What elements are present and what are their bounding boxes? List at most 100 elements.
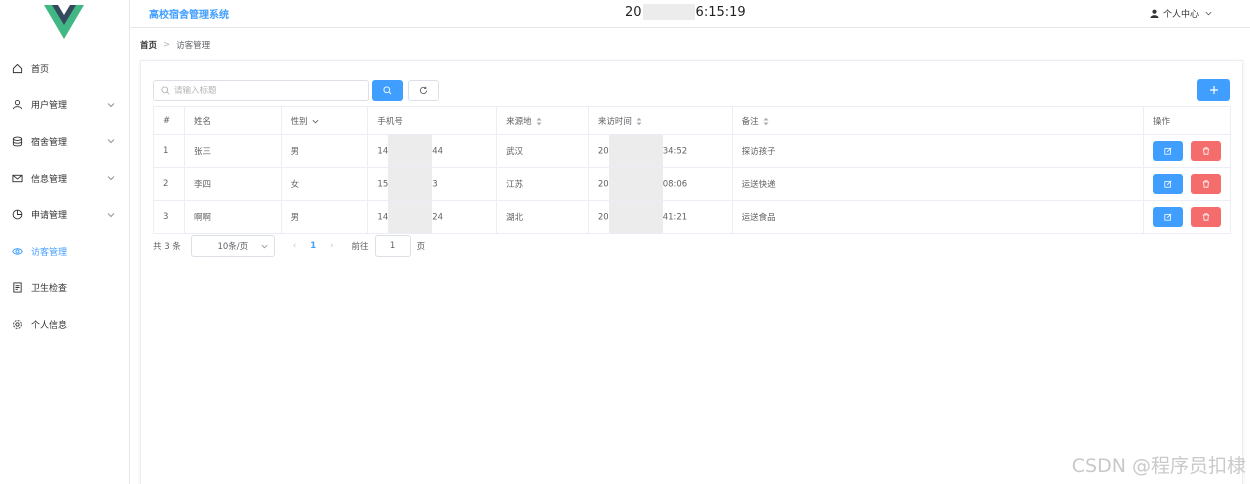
edit-button[interactable] bbox=[1152, 207, 1183, 227]
edit-icon bbox=[1164, 180, 1172, 188]
cell-remark: 运送快递 bbox=[732, 167, 1144, 201]
user-icon bbox=[1150, 9, 1159, 18]
sidebar: 首页 用户管理 宿舍管理 信息管理 申请管理 访客管理 卫生检查 个人信息 bbox=[0, 0, 130, 484]
sidebar-item-label: 个人信息 bbox=[31, 320, 68, 331]
time-redaction bbox=[608, 135, 663, 167]
chevron-down-icon bbox=[107, 103, 115, 108]
time-prefix: 20 bbox=[597, 179, 609, 190]
cell-visit-time: 20 41:21 bbox=[588, 200, 733, 234]
edit-button[interactable] bbox=[1152, 141, 1183, 161]
top-header: 高校宿舍管理系统 20 6:15:19 个人中心 bbox=[130, 0, 1250, 28]
header-visit-time-label: 来访时间 bbox=[597, 116, 632, 127]
edit-icon bbox=[1164, 213, 1172, 221]
mail-icon bbox=[12, 174, 23, 182]
header-origin[interactable]: 来源地 bbox=[496, 106, 589, 135]
phone-redaction bbox=[388, 201, 433, 233]
goto-page-input[interactable]: 1 bbox=[374, 235, 411, 257]
sidebar-item-info[interactable]: 信息管理 bbox=[0, 160, 129, 197]
refresh-icon bbox=[419, 86, 428, 94]
cell-name: 李四 bbox=[184, 167, 282, 201]
goto-label: 前往 bbox=[351, 242, 369, 252]
header-visit-time[interactable]: 来访时间 bbox=[588, 106, 733, 135]
home-icon bbox=[12, 63, 23, 73]
search-button[interactable] bbox=[372, 80, 403, 101]
cell-name: 张三 bbox=[184, 134, 282, 168]
cell-index: 3 bbox=[153, 200, 185, 234]
cell-visit-time: 20 34:52 bbox=[588, 134, 733, 168]
clock-prefix: 20 bbox=[625, 4, 642, 20]
sidebar-item-dorm[interactable]: 宿舍管理 bbox=[0, 123, 129, 160]
sidebar-item-apply[interactable]: 申请管理 bbox=[0, 196, 129, 233]
cell-remark: 探访孩子 bbox=[732, 134, 1144, 168]
sort-icon bbox=[536, 117, 542, 125]
edit-icon bbox=[1164, 147, 1172, 155]
time-suffix: 08:06 bbox=[662, 179, 688, 190]
prev-page-button[interactable]: ‹ bbox=[293, 241, 296, 251]
time-prefix: 20 bbox=[597, 212, 609, 223]
table-header-row: # 姓名 性别 手机号 来源地 来访时间 备注 操作 bbox=[153, 106, 1232, 135]
phone-prefix: 14 bbox=[377, 146, 389, 157]
cell-visit-time: 20 08:06 bbox=[588, 167, 733, 201]
header-gender[interactable]: 性别 bbox=[281, 106, 369, 135]
edit-button[interactable] bbox=[1152, 174, 1183, 194]
cell-remark: 运送食品 bbox=[732, 200, 1144, 234]
time-redaction bbox=[608, 201, 663, 233]
phone-redaction bbox=[388, 135, 433, 167]
sidebar-item-label: 首页 bbox=[31, 64, 50, 75]
search-icon bbox=[161, 86, 170, 95]
sidebar-item-label: 卫生检查 bbox=[31, 284, 68, 295]
cell-name: 啊啊 bbox=[184, 200, 282, 234]
user-center-label: 个人中心 bbox=[1162, 10, 1199, 20]
breadcrumb-separator: > bbox=[163, 40, 171, 50]
sort-icon bbox=[636, 117, 642, 125]
sidebar-item-home[interactable]: 首页 bbox=[0, 50, 129, 87]
watermark: CSDN @程序员扣棣 bbox=[1071, 455, 1246, 477]
phone-prefix: 15 bbox=[377, 179, 389, 190]
table-row: 3 啊啊男 14 24 湖北 20 41:21 运送食品 bbox=[153, 200, 1232, 234]
time-prefix: 20 bbox=[597, 146, 609, 157]
header-remark[interactable]: 备注 bbox=[732, 106, 1144, 135]
breadcrumb-home[interactable]: 首页 bbox=[140, 39, 157, 51]
phone-suffix: 24 bbox=[432, 212, 444, 223]
header-index: # bbox=[153, 106, 185, 135]
delete-button[interactable] bbox=[1190, 174, 1221, 194]
goto-page-suffix: 页 bbox=[416, 242, 426, 252]
search-icon bbox=[383, 86, 392, 95]
sidebar-item-label: 宿舍管理 bbox=[31, 137, 68, 148]
vue-logo bbox=[44, 5, 84, 39]
header-remark-label: 备注 bbox=[741, 116, 759, 127]
phone-suffix: 3 bbox=[432, 179, 438, 190]
page-size-select[interactable]: 10条/页 bbox=[190, 235, 275, 257]
sidebar-item-visitors[interactable]: 访客管理 bbox=[0, 233, 129, 270]
cell-origin: 武汉 bbox=[496, 134, 589, 168]
system-title: 高校宿舍管理系统 bbox=[149, 10, 229, 21]
time-suffix: 34:52 bbox=[662, 146, 688, 157]
add-button[interactable] bbox=[1197, 79, 1230, 101]
user-center-menu[interactable]: 个人中心 bbox=[1150, 7, 1216, 20]
delete-button[interactable] bbox=[1190, 207, 1221, 227]
search-input[interactable] bbox=[174, 85, 354, 96]
sidebar-item-hygiene[interactable]: 卫生检查 bbox=[0, 270, 129, 307]
sidebar-item-profile[interactable]: 个人信息 bbox=[0, 306, 129, 343]
chevron-down-icon bbox=[261, 244, 268, 249]
header-ops: 操作 bbox=[1143, 106, 1232, 135]
cell-phone: 15 3 bbox=[367, 167, 498, 201]
sidebar-item-users[interactable]: 用户管理 bbox=[0, 87, 129, 124]
settings-icon bbox=[13, 320, 22, 329]
page-number-current[interactable]: 1 bbox=[310, 241, 316, 251]
trash-icon bbox=[1202, 180, 1210, 188]
time-suffix: 41:21 bbox=[662, 212, 688, 223]
search-box[interactable] bbox=[153, 80, 369, 101]
pagination-total: 共 3 条 bbox=[153, 242, 181, 252]
phone-prefix: 14 bbox=[377, 212, 389, 223]
delete-button[interactable] bbox=[1190, 141, 1221, 161]
header-clock: 20 6:15:19 bbox=[625, 4, 746, 20]
reset-button[interactable] bbox=[408, 80, 439, 101]
cell-ops bbox=[1143, 134, 1232, 168]
next-page-button[interactable]: › bbox=[330, 241, 333, 251]
content-card: # 姓名 性别 手机号 来源地 来访时间 备注 操作 1张三男1444武汉203… bbox=[140, 60, 1243, 484]
cell-origin: 江苏 bbox=[496, 167, 589, 201]
breadcrumb-current: 访客管理 bbox=[176, 41, 211, 51]
cell-gender: 女 bbox=[281, 167, 369, 201]
clock-time: 6:15:19 bbox=[695, 4, 746, 20]
